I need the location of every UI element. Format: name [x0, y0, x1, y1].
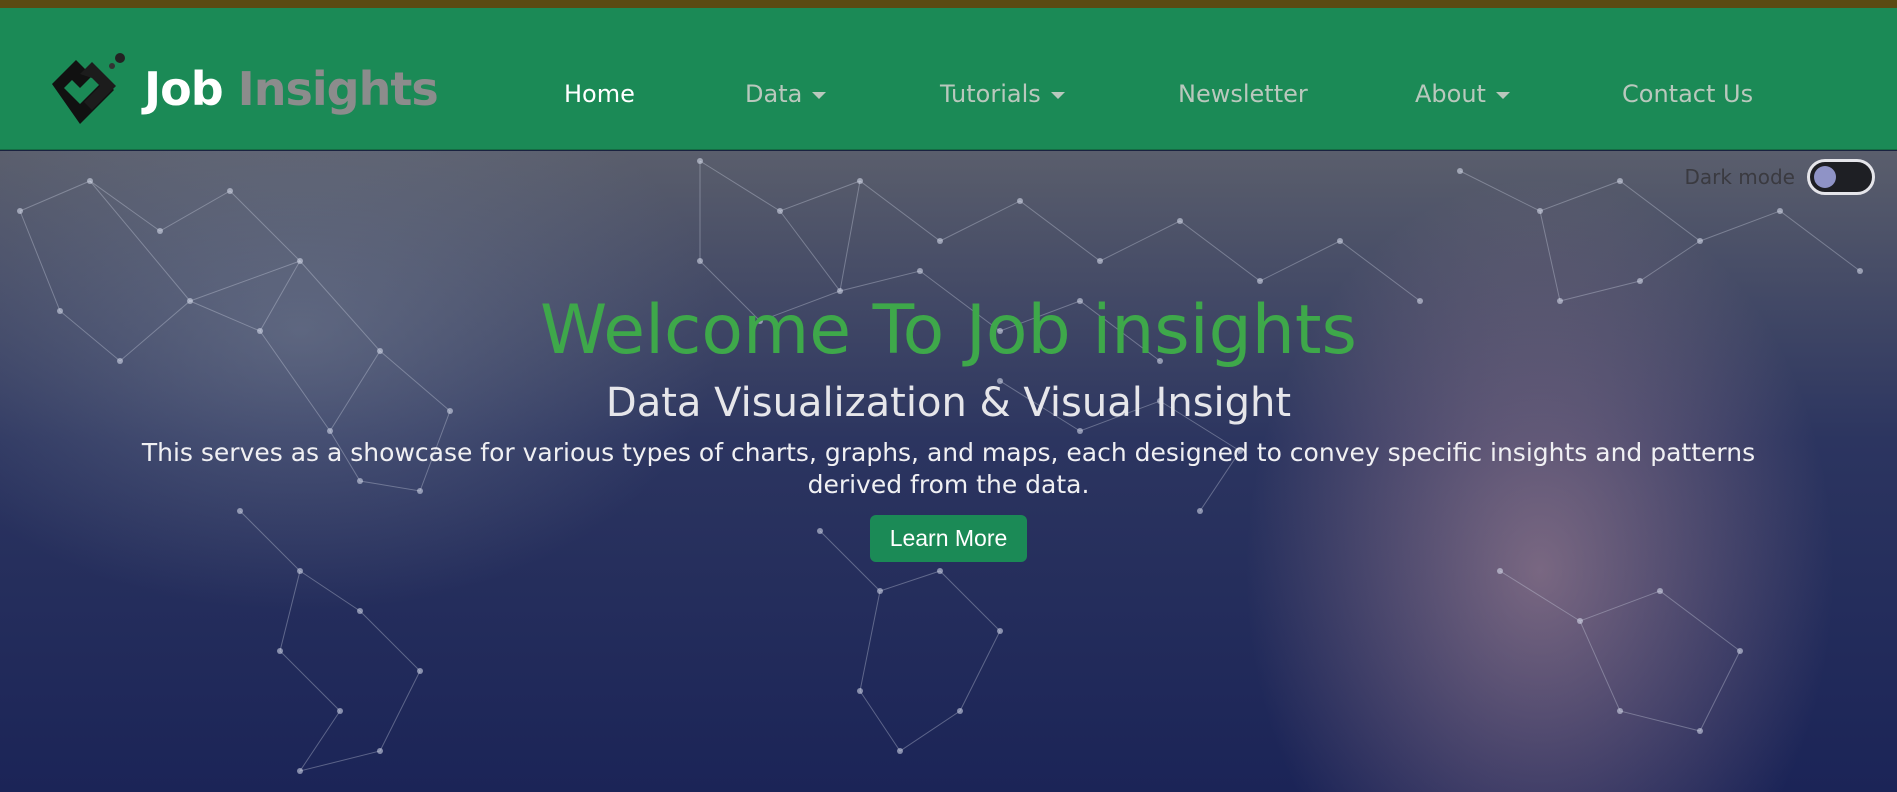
nav-tutorials-dropdown[interactable]: Tutorials: [940, 78, 1065, 110]
nav-newsletter[interactable]: Newsletter: [1178, 78, 1308, 110]
brand-name-part2: Insights: [237, 62, 439, 116]
caret-down-icon: [1050, 91, 1065, 99]
dark-mode-toggle-group: Dark mode: [1684, 159, 1875, 195]
hero-description: This serves as a showcase for various ty…: [141, 438, 1756, 499]
nav-tutorials-label: Tutorials: [940, 80, 1041, 108]
nav-data-label: Data: [745, 80, 803, 108]
logo-icon: [52, 53, 125, 124]
nav-newsletter-label: Newsletter: [1178, 80, 1308, 108]
nav-about-label: About: [1415, 80, 1486, 108]
nav-home-label: Home: [564, 80, 635, 108]
switch-knob: [1814, 166, 1836, 188]
brand-name-part1: Job: [144, 62, 224, 116]
brand-logo-link[interactable]: Job Insights: [42, 44, 439, 134]
hero-title: Welcome To Job insights: [540, 291, 1357, 370]
nav-home[interactable]: Home: [564, 78, 635, 110]
nav-about-dropdown[interactable]: About: [1415, 78, 1510, 110]
hero-section: Dark mode Welcome To Job insights Data V…: [0, 151, 1897, 792]
navbar: Job Insights Home Data Tutorials Newslet…: [0, 8, 1897, 150]
caret-down-icon: [1495, 91, 1510, 99]
learn-more-button[interactable]: Learn More: [869, 515, 1028, 562]
dark-mode-label: Dark mode: [1684, 165, 1795, 189]
caret-down-icon: [812, 91, 827, 99]
nav-contact[interactable]: Contact Us: [1622, 78, 1753, 110]
nav-data-dropdown[interactable]: Data: [745, 78, 827, 110]
hero-subtitle: Data Visualization & Visual Insight: [605, 380, 1292, 426]
top-strip: [0, 0, 1897, 8]
hero-content: Welcome To Job insights Data Visualizati…: [0, 291, 1897, 562]
dark-mode-switch[interactable]: [1807, 159, 1875, 195]
nav-contact-label: Contact Us: [1622, 80, 1754, 108]
